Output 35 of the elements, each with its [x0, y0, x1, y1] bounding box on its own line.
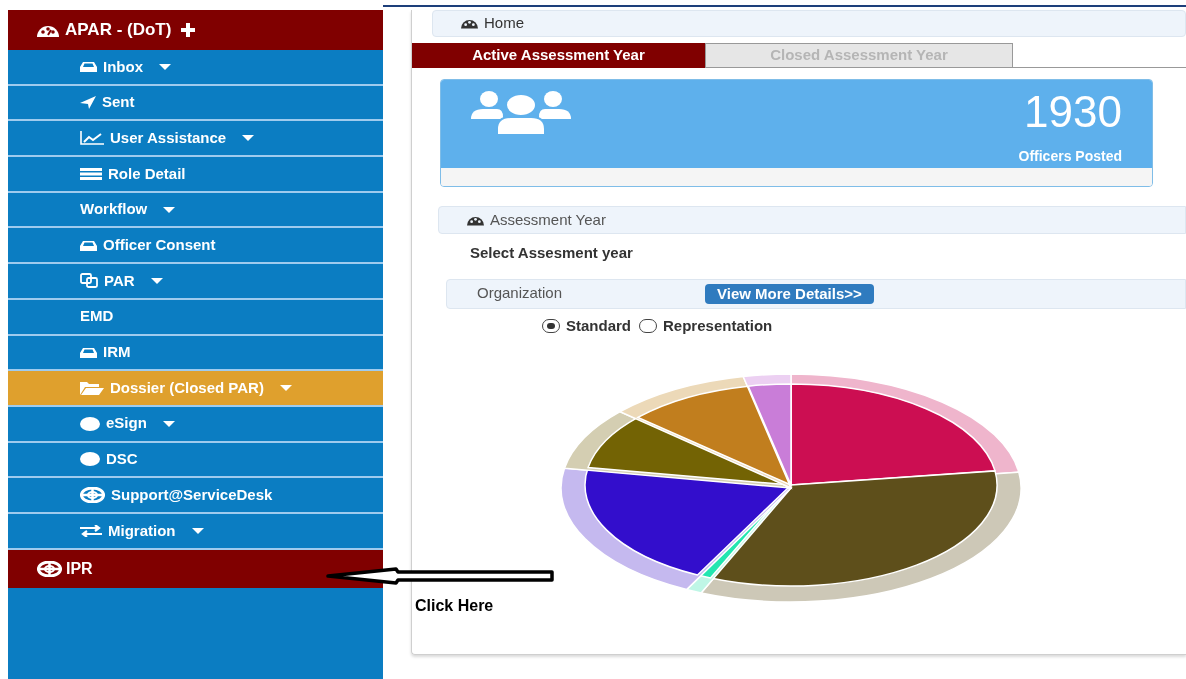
radio-button[interactable]	[542, 318, 560, 333]
breadcrumb-text: Home	[484, 13, 524, 34]
dashboard-icon	[37, 23, 59, 37]
radio-button[interactable]	[639, 318, 657, 333]
tab[interactable]: Active Assessment Year	[412, 43, 705, 68]
dashboard-icon	[461, 18, 478, 29]
chart-icon	[80, 131, 104, 146]
plus-icon	[181, 23, 196, 37]
tray-icon	[80, 346, 97, 358]
details-button[interactable]: View More Details>>	[705, 283, 874, 304]
dot-icon	[80, 416, 100, 431]
copy-icon	[80, 273, 98, 289]
tray-icon	[80, 239, 97, 251]
prompt-text: Select Assesment year	[470, 243, 634, 263]
organization-label: Organization	[477, 283, 564, 304]
sidebar-title: APAR - (DoT)	[65, 19, 172, 42]
annotation-text: Click Here	[415, 596, 494, 616]
lifebuoy-icon	[37, 560, 62, 577]
dot-icon	[80, 452, 100, 467]
people-icon	[471, 89, 571, 135]
radio-label: Representation	[663, 315, 773, 336]
dashboard-icon	[467, 214, 484, 226]
send-icon	[80, 96, 96, 110]
radio-label: Standard	[566, 315, 631, 336]
list-icon	[80, 167, 102, 180]
tray-icon	[80, 61, 97, 73]
panel-title: Assessment Year	[490, 209, 606, 230]
exchange-icon	[80, 524, 102, 537]
folder-icon	[80, 381, 104, 395]
lifebuoy-icon	[80, 487, 105, 504]
sidebar-item[interactable]: Dossier (Closed PAR)	[8, 371, 383, 407]
stat-value: 1930	[1024, 90, 1122, 134]
sidebar-item[interactable]: IPR	[8, 549, 383, 588]
sidebar-header[interactable]: APAR - (DoT)	[8, 10, 383, 50]
stat-label: Officers Posted	[1018, 147, 1122, 166]
